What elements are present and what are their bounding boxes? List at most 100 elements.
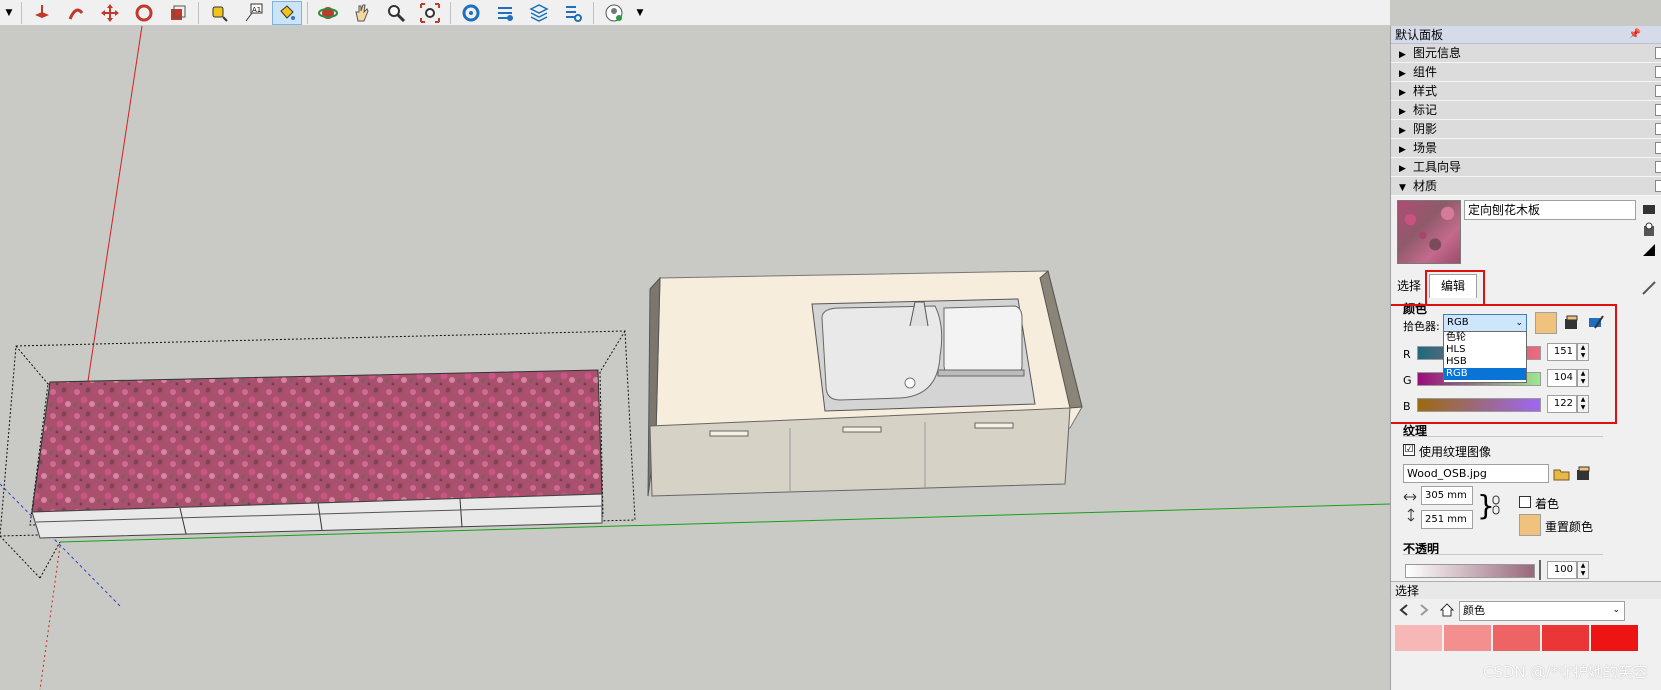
tape-measure-icon	[212, 6, 228, 22]
picker-option[interactable]: HSB	[1444, 356, 1526, 368]
toolbar-separator	[307, 1, 308, 24]
tray-shadows[interactable]: ▶ 阴影	[1391, 120, 1661, 139]
move-icon	[101, 3, 119, 22]
orbit-icon	[318, 6, 338, 19]
use-texture-checkbox[interactable]: ☑	[1403, 444, 1415, 456]
toolbar-separator	[198, 1, 199, 24]
library-value: 颜色	[1463, 604, 1485, 617]
layers-icon	[529, 3, 549, 22]
tray-styles[interactable]: ▶ 样式	[1391, 82, 1661, 101]
components-3d-icon	[498, 6, 513, 21]
picker-option[interactable]: 色轮	[1444, 332, 1526, 344]
layers-button[interactable]	[524, 1, 554, 25]
move-button[interactable]	[95, 1, 125, 25]
tray-label: 图元信息	[1413, 46, 1462, 60]
opacity-slider[interactable]	[1405, 564, 1535, 578]
highlight-box-edit-tab	[1425, 270, 1485, 306]
push-pull-button[interactable]	[27, 1, 57, 25]
text-button[interactable]: A1	[238, 1, 268, 25]
back-arrow-icon[interactable]	[1397, 603, 1411, 617]
texture-file-field[interactable]: Wood_OSB.jpg	[1403, 464, 1549, 483]
tray-components[interactable]: ▶ 组件	[1391, 63, 1661, 82]
opacity-value-field[interactable]: 100	[1547, 561, 1577, 579]
tray-scenes[interactable]: ▶ 场景	[1391, 139, 1661, 158]
toolbar-dropdown[interactable]: ▼	[2, 1, 16, 25]
pink-countertop[interactable]	[31, 369, 603, 513]
red-axis	[87, 26, 143, 382]
scale-icon	[171, 5, 186, 20]
text-icon: A1	[245, 3, 263, 21]
tray-label: 阴影	[1413, 122, 1438, 136]
settings-icon	[566, 5, 582, 22]
home-icon[interactable]	[1439, 602, 1455, 618]
colorize-checkbox[interactable]	[1519, 496, 1531, 508]
tray-label: 组件	[1413, 65, 1438, 79]
toolbar-separator	[21, 1, 22, 24]
color-cell[interactable]	[1591, 625, 1638, 651]
browse-folder-icon[interactable]	[1553, 466, 1571, 482]
sample-paint-icon[interactable]	[1641, 280, 1657, 296]
pan-button[interactable]	[347, 1, 377, 25]
account-icon	[605, 4, 623, 21]
library-select[interactable]: 颜色 ⌄	[1459, 601, 1625, 621]
reset-color-swatch[interactable]	[1519, 514, 1541, 536]
follow-me-button[interactable]	[61, 1, 91, 25]
paint-bucket-button[interactable]	[272, 0, 302, 25]
zoom-extents-icon	[420, 2, 440, 23]
tray-title-label: 默认面板	[1395, 28, 1444, 42]
tray-entity-info[interactable]: ▶ 图元信息	[1391, 44, 1661, 63]
display-secondary-icon[interactable]	[1641, 202, 1657, 218]
extension-warehouse-button[interactable]	[456, 1, 486, 25]
reset-color-label[interactable]: 重置颜色	[1545, 518, 1593, 535]
color-picker-dropdown: 色轮 HLS HSB RGB	[1443, 331, 1527, 383]
width-arrow-icon	[1403, 493, 1417, 501]
select-section-title: 选择	[1391, 581, 1661, 599]
tray-materials[interactable]: ▼ 材质	[1391, 177, 1661, 196]
material-name-field[interactable]: 定向刨花木板	[1464, 200, 1636, 220]
material-preview	[1397, 200, 1461, 264]
push-pull-icon	[35, 4, 49, 18]
color-cell[interactable]	[1493, 625, 1540, 651]
color-cell[interactable]	[1395, 625, 1442, 651]
select-library-area: 选择 颜色 ⌄ CSDN @/*守护她的笑容	[1391, 581, 1661, 690]
color-cell[interactable]	[1542, 625, 1589, 651]
3d-viewport[interactable]	[0, 26, 1390, 690]
default-material-icon[interactable]	[1641, 242, 1657, 258]
forward-arrow-icon[interactable]	[1417, 603, 1431, 617]
height-arrow-icon	[1407, 508, 1415, 522]
texture-width-field[interactable]: 305 mm	[1421, 486, 1473, 505]
lock-aspect-icon[interactable]	[1491, 494, 1501, 516]
orbit-button[interactable]	[313, 1, 343, 25]
opacity-spinner[interactable]: ▲ ▼	[1577, 561, 1589, 579]
components-3d-button[interactable]	[490, 1, 520, 25]
zoom-button[interactable]	[381, 1, 411, 25]
tray-label: 场景	[1413, 141, 1438, 155]
pin-icon[interactable]: 📌	[1629, 26, 1641, 44]
paint-bucket-icon	[280, 4, 295, 20]
scale-button[interactable]	[163, 1, 193, 25]
tray-label: 工具向导	[1413, 160, 1462, 174]
zoom-extents-button[interactable]	[415, 1, 445, 25]
picker-option-selected[interactable]: RGB	[1444, 368, 1526, 380]
texture-height-field[interactable]: 251 mm	[1421, 510, 1473, 529]
opacity-slider-thumb[interactable]	[1539, 560, 1541, 580]
settings-button[interactable]	[558, 1, 588, 25]
use-texture-label: 使用纹理图像	[1419, 445, 1492, 459]
account-dropdown[interactable]: ▼	[633, 1, 647, 25]
color-cell[interactable]	[1444, 625, 1491, 651]
pan-icon	[355, 4, 369, 21]
rotate-button[interactable]	[129, 1, 159, 25]
picker-option[interactable]: HLS	[1444, 344, 1526, 356]
tray-label: 标记	[1413, 103, 1438, 117]
tray-label: 样式	[1413, 84, 1438, 98]
zoom-icon	[388, 4, 406, 22]
edit-texture-icon[interactable]	[1575, 466, 1593, 482]
tab-select[interactable]: 选择	[1397, 276, 1421, 296]
tray-tags[interactable]: ▶ 标记	[1391, 101, 1661, 120]
tray-label: 材质	[1413, 179, 1438, 193]
create-material-icon[interactable]	[1641, 222, 1657, 238]
follow-me-icon	[68, 8, 84, 20]
account-button[interactable]	[599, 1, 629, 25]
tray-instructor[interactable]: ▶ 工具向导	[1391, 158, 1661, 177]
tape-measure-button[interactable]	[204, 1, 234, 25]
